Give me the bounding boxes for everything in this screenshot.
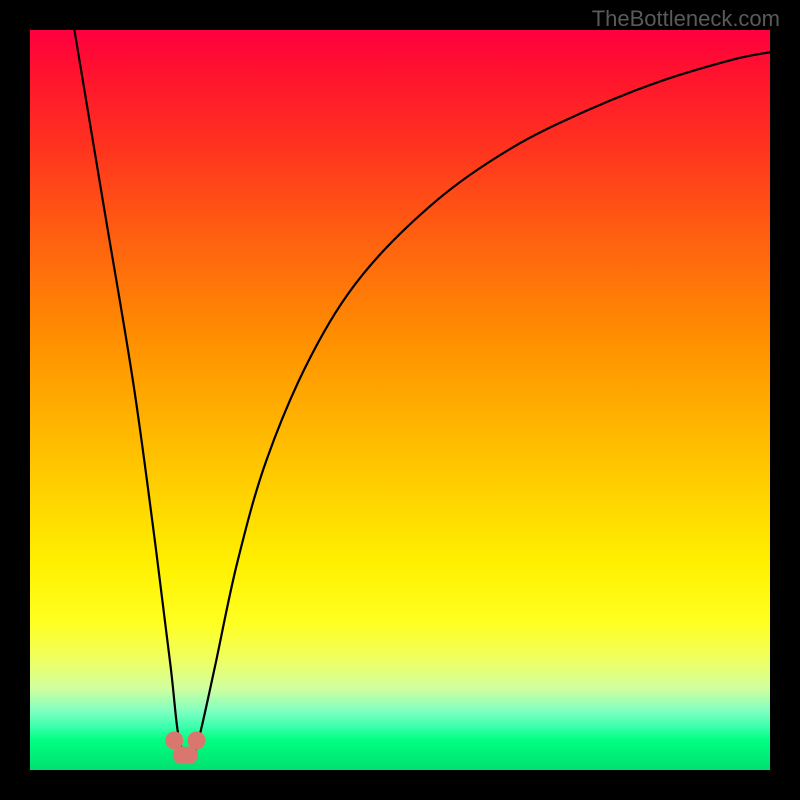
- chart-area: [30, 30, 770, 770]
- highlight-dot: [188, 731, 206, 749]
- curve-svg: [30, 30, 770, 770]
- highlight-dots: [165, 731, 205, 764]
- bottleneck-curve: [74, 30, 770, 758]
- watermark-text: TheBottleneck.com: [592, 6, 780, 32]
